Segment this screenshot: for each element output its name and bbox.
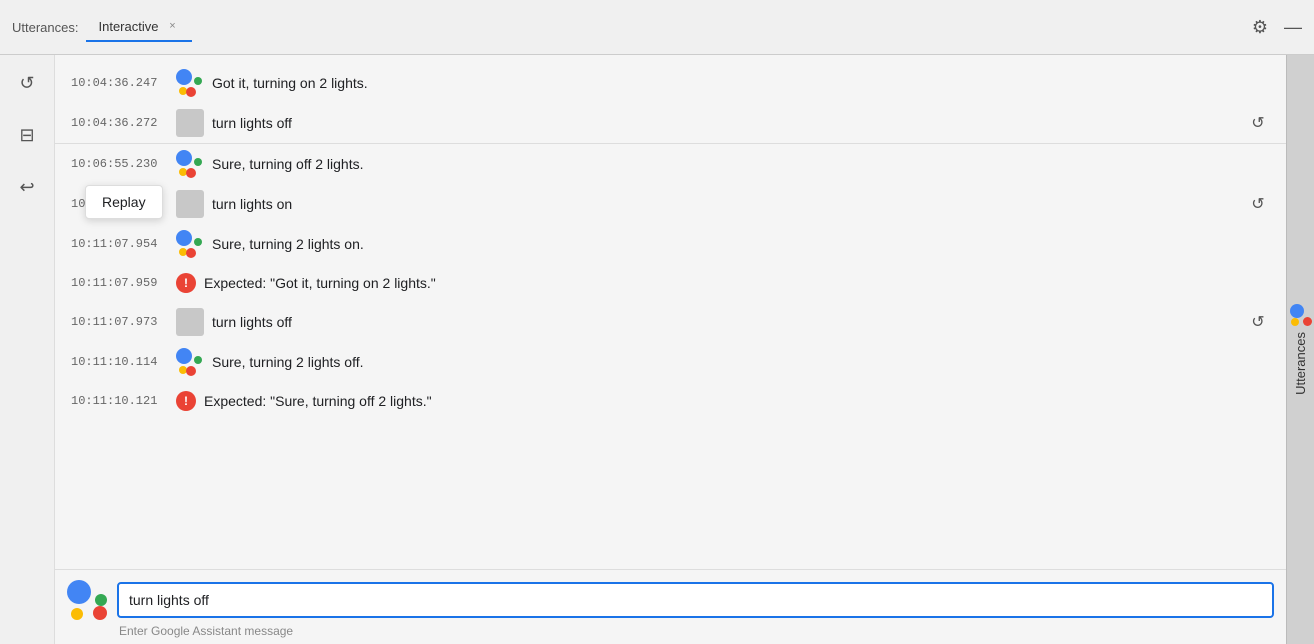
input-dot-red [93,606,107,620]
user-avatar [176,308,204,336]
utterances-list: 10:04:36.247 Got it, turning on 2 lights… [55,55,1286,569]
ga-avatar [176,69,204,97]
timestamp: 10:11:10.121 [71,394,176,408]
interactive-tab[interactable]: Interactive × [86,12,192,42]
ga-avatar [176,230,204,258]
timestamp: 10:06:55.230 [71,157,176,171]
rs-dot-blue [1290,304,1304,318]
utterance-row: 10:11:10.121 ! Expected: "Sure, turning … [55,382,1286,420]
ga-dot-red [186,168,196,178]
rs-dot-yellow [1291,318,1299,326]
save-sidebar-icon[interactable]: ⊟ [11,119,43,151]
timestamp: 10:11:10.114 [71,355,176,369]
ga-avatar [176,150,204,178]
ga-dot-blue [176,230,192,246]
ga-dot-red [186,248,196,258]
utterance-text: turn lights off [212,314,1238,330]
rs-dot-red [1303,317,1312,326]
right-sidebar-content: Utterances [1290,304,1312,395]
replay-button[interactable]: ↺ [1246,310,1270,334]
utterance-text: Sure, turning off 2 lights. [212,156,1270,172]
timestamp: 10:04:36.272 [71,116,176,130]
utterance-row: 10:11:05.826 turn lights on ↺ [55,184,1286,224]
input-dot-yellow [71,608,83,620]
utterance-text: turn lights off [212,115,1238,131]
tab-close-button[interactable]: × [164,18,180,34]
utterance-text: Sure, turning 2 lights off. [212,354,1270,370]
ga-dot-green [194,158,202,166]
replay-button[interactable]: ↺ [1246,111,1270,135]
timestamp: 10:04:36.247 [71,76,176,90]
input-row [67,580,1274,620]
main-container: ↺ ⊟ ↩ Replay 10:04:36.247 Got it, turnin… [0,55,1314,644]
replay-tooltip: Replay [85,185,163,219]
utterance-row: 10:04:36.272 turn lights off ↺ [55,103,1286,143]
ga-dot-blue [176,348,192,364]
utterance-row: 10:06:55.230 Sure, turning off 2 lights. [55,144,1286,184]
right-sidebar[interactable]: Utterances [1286,55,1314,644]
title-bar-label: Utterances: [12,20,78,35]
utterance-row: 10:11:07.973 turn lights off ↺ [55,302,1286,342]
settings-icon[interactable]: ⚙ [1252,17,1268,38]
utterance-text: Expected: "Sure, turning off 2 lights." [204,393,1270,409]
tooltip-label: Replay [102,194,146,210]
utterance-text: Expected: "Got it, turning on 2 lights." [204,275,1270,291]
user-avatar [176,190,204,218]
ga-dot-blue [176,150,192,166]
input-dot-blue [67,580,91,604]
utterance-row: 10:11:07.959 ! Expected: "Got it, turnin… [55,264,1286,302]
utterance-row: 10:11:07.954 Sure, turning 2 lights on. [55,224,1286,264]
minimize-icon[interactable]: — [1284,17,1302,38]
content-area: Replay 10:04:36.247 Got it, turning on 2… [55,55,1286,644]
title-bar: Utterances: Interactive × ⚙ — [0,0,1314,55]
utterance-text: turn lights on [212,196,1238,212]
timestamp: 10:11:07.973 [71,315,176,329]
timestamp: 10:11:07.959 [71,276,176,290]
user-avatar [176,109,204,137]
replay-sidebar-icon[interactable]: ↺ [11,67,43,99]
utterance-text: Sure, turning 2 lights on. [212,236,1270,252]
left-sidebar: ↺ ⊟ ↩ [0,55,55,644]
utterance-row: 10:11:10.114 Sure, turning 2 lights off. [55,342,1286,382]
timestamp: 10:11:07.954 [71,237,176,251]
error-icon: ! [176,391,196,411]
ga-dot-red [186,366,196,376]
message-input[interactable] [117,582,1274,618]
ga-dot-green [194,238,202,246]
ga-avatar [176,348,204,376]
right-sidebar-avatar [1290,304,1312,326]
utterance-row: 10:04:36.247 Got it, turning on 2 lights… [55,63,1286,103]
ga-dot-blue [176,69,192,85]
tab-label: Interactive [98,19,158,34]
input-avatar [67,580,107,620]
input-area: Enter Google Assistant message [55,569,1286,644]
title-bar-actions: ⚙ — [1252,17,1302,38]
error-icon: ! [176,273,196,293]
ga-dot-green [194,356,202,364]
ga-dot-green [194,77,202,85]
replay-button[interactable]: ↺ [1246,192,1270,216]
right-sidebar-label: Utterances [1293,332,1308,395]
ga-dot-red [186,87,196,97]
input-dot-green [95,594,107,606]
utterance-text: Got it, turning on 2 lights. [212,75,1270,91]
input-hint: Enter Google Assistant message [67,624,1274,638]
undo-sidebar-icon[interactable]: ↩ [11,171,43,203]
